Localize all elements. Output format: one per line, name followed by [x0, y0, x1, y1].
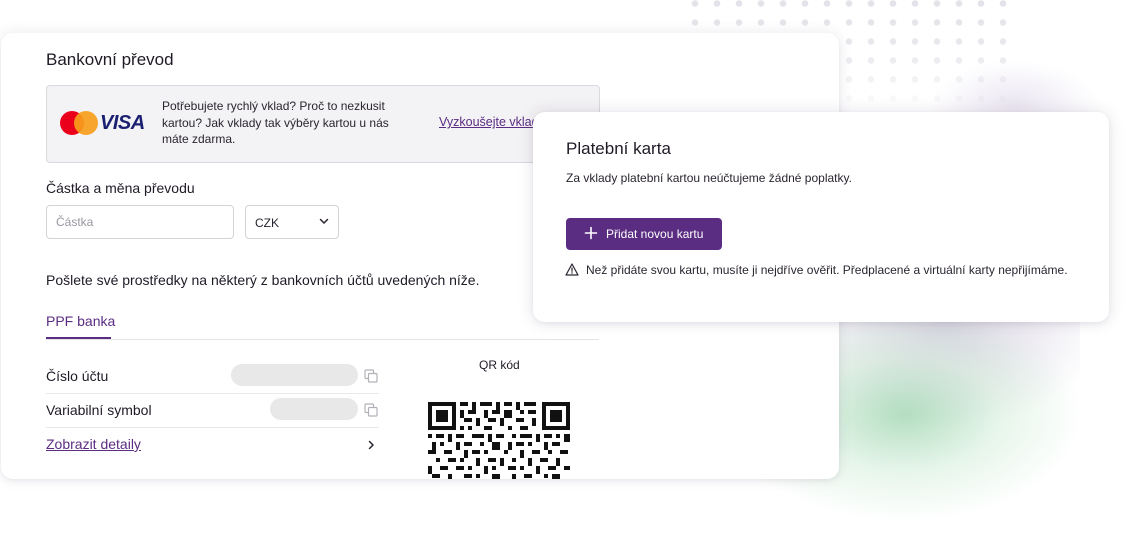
variable-symbol-label: Variabilní symbol: [46, 402, 152, 418]
try-card-deposit-link[interactable]: Vyzkoušejte vklad: [439, 115, 539, 129]
qr-code: [428, 402, 570, 479]
copy-icon[interactable]: [364, 369, 378, 383]
visa-logo: VISA: [100, 112, 145, 134]
payment-card-title: Platební karta: [566, 139, 671, 158]
payment-card-description: Za vklady platební kartou neúčtujeme žád…: [566, 171, 852, 185]
tab-divider: [46, 339, 599, 340]
bank-transfer-title: Bankovní převod: [46, 50, 174, 69]
warning-icon: [565, 263, 579, 276]
currency-select[interactable]: CZK: [245, 205, 339, 239]
show-details-link[interactable]: Zobrazit detaily: [46, 436, 141, 452]
add-new-card-label: Přidat novou kartu: [606, 227, 704, 241]
card-verification-warning: Než přidáte svou kartu, musíte ji nejdří…: [586, 263, 1068, 277]
currency-value: CZK: [255, 216, 279, 230]
variable-symbol-value: [270, 398, 358, 420]
qr-code-label: QR kód: [479, 358, 520, 372]
plus-icon: [584, 226, 598, 240]
chevron-down-icon: [319, 218, 329, 224]
tab-ppf-banka[interactable]: PPF banka: [46, 313, 115, 329]
row-divider: [46, 393, 379, 394]
chevron-right-icon[interactable]: [365, 439, 377, 451]
amount-currency-label: Částka a měna převodu: [46, 180, 195, 196]
account-number-label: Číslo účtu: [46, 368, 109, 384]
copy-icon[interactable]: [364, 403, 378, 417]
add-new-card-button[interactable]: Přidat novou kartu: [566, 218, 722, 250]
mastercard-logo: [60, 111, 100, 135]
row-divider: [46, 427, 379, 428]
promo-text: Potřebujete rychlý vklad? Proč to nezkus…: [162, 99, 389, 146]
amount-input[interactable]: [46, 205, 234, 239]
payment-card-panel: Platební karta Za vklady platební kartou…: [533, 112, 1109, 322]
send-funds-instructions: Pošlete své prostředky na některý z bank…: [46, 272, 480, 288]
account-number-value: [231, 364, 358, 386]
card-promo-banner: VISA Potřebujete rychlý vklad? Proč to n…: [46, 85, 600, 163]
